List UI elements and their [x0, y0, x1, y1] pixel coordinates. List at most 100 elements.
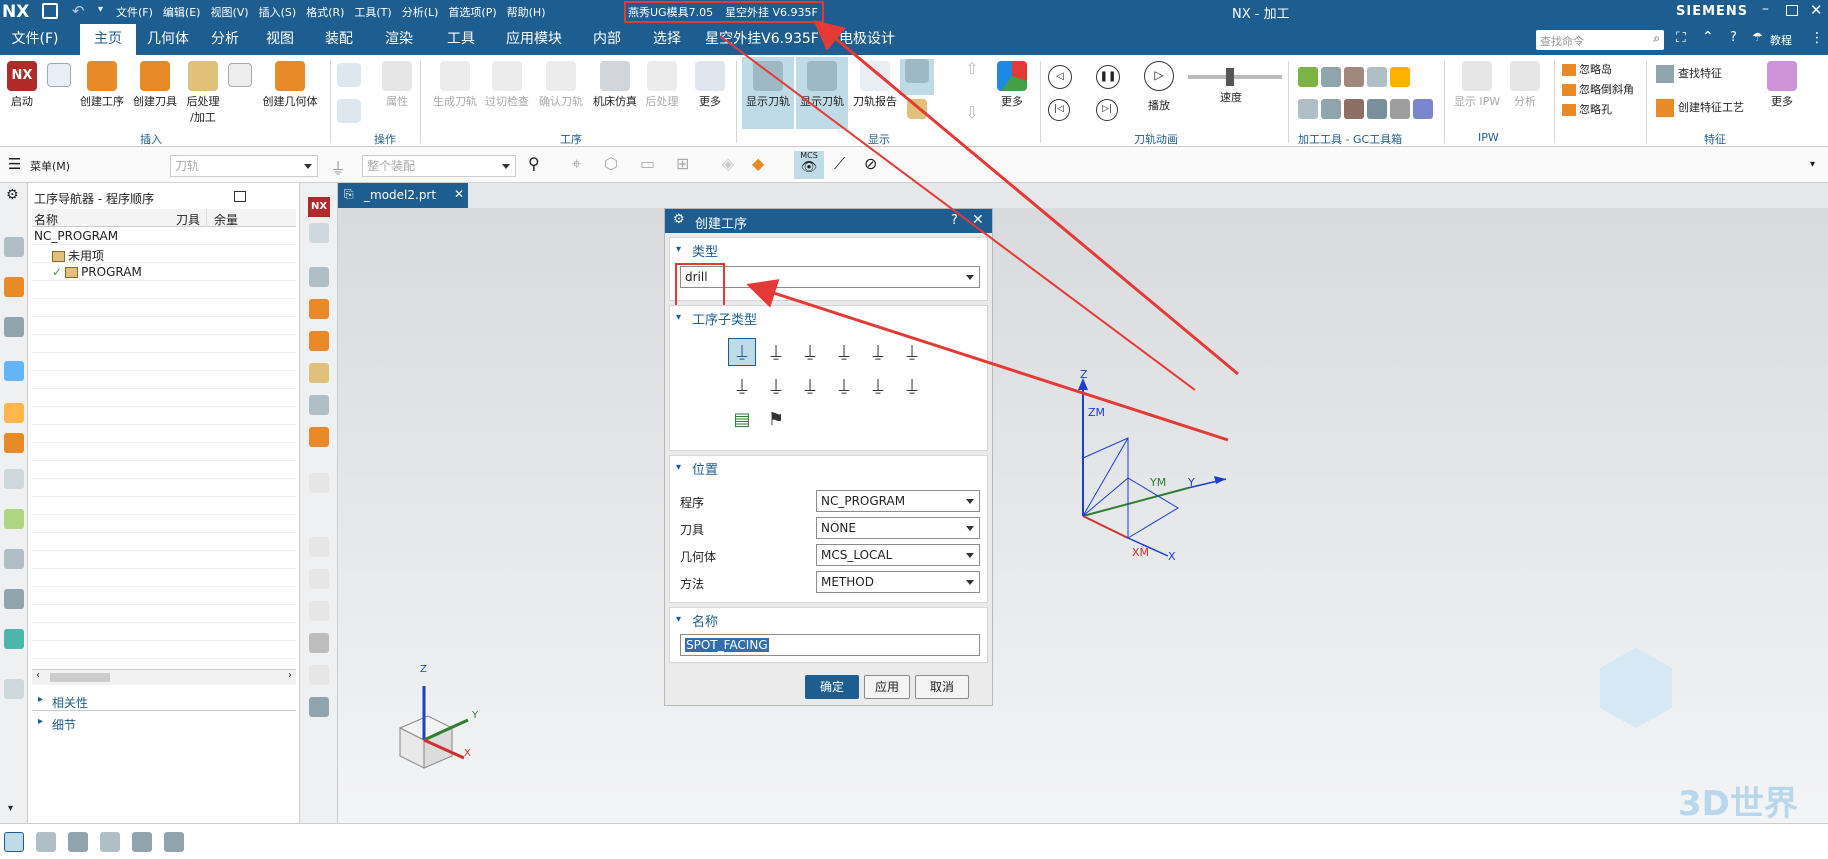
ribbon-tab[interactable]: 渲染 — [370, 24, 428, 55]
verify-path-icon[interactable] — [309, 601, 329, 621]
cube-icon[interactable]: ◈ — [722, 154, 734, 173]
ribbon-tab[interactable]: 分析 — [200, 24, 250, 55]
drill-subtype-icon[interactable]: ⍊ — [898, 372, 926, 400]
generate-path-button[interactable]: 生成刀轨 — [430, 61, 480, 109]
collapse-icon[interactable]: ▾ — [676, 614, 681, 625]
details-section[interactable]: ▸ 细节 — [32, 713, 296, 733]
machine-sim-icon[interactable] — [309, 633, 329, 653]
search-icon[interactable]: ⌕ — [1653, 31, 1660, 46]
ribbon-tab[interactable]: 装配 — [312, 24, 366, 55]
create-tool-button[interactable]: 创建刀具 — [130, 61, 180, 109]
expand-all-icon[interactable] — [132, 832, 152, 852]
hd3d-icon[interactable] — [4, 509, 24, 529]
last-frame-button[interactable]: ▷| — [1096, 99, 1118, 121]
post-icon[interactable] — [309, 665, 329, 685]
find-feature-button[interactable]: 查找特征 — [1656, 65, 1722, 83]
drill-subtype-icon[interactable]: ⍊ — [864, 338, 892, 366]
menu-item[interactable]: 插入(S) — [259, 4, 297, 20]
maximize-panel-icon[interactable] — [234, 191, 246, 202]
attributes-icon[interactable] — [309, 473, 329, 493]
ribbon-tab[interactable]: 选择 — [640, 24, 694, 55]
scrollbar-thumb[interactable] — [50, 673, 110, 682]
gc-tool-icon[interactable] — [1321, 67, 1341, 87]
document-tab[interactable]: ⎘ _model2.prt ✕ — [338, 183, 468, 208]
scroll-left-icon[interactable]: ‹ — [36, 670, 40, 681]
ignore-island-button[interactable]: 忽略岛 — [1562, 61, 1612, 77]
method-icon[interactable] — [309, 395, 329, 415]
drill-subtype-icon[interactable]: ⍊ — [796, 372, 824, 400]
arrow-up-button[interactable]: ⇧ — [960, 59, 984, 78]
menu-item[interactable]: 工具(T) — [354, 4, 391, 20]
menu-button[interactable]: 菜单(M) — [30, 158, 70, 174]
machine-sim-button[interactable]: 机床仿真 — [590, 61, 640, 109]
maximize-icon[interactable] — [1786, 5, 1798, 16]
gc-flag-icon[interactable] — [1390, 67, 1410, 87]
more-proc-button[interactable]: 更多 — [690, 61, 730, 109]
menu-item[interactable]: 分析(L) — [402, 4, 439, 20]
step-back-button[interactable]: ◁ — [1048, 65, 1072, 89]
graphics-window[interactable]: Z ZM YM Y XM X Z Y X 3D世界网 — [338, 208, 1828, 859]
nx-launch-icon[interactable]: NX — [308, 197, 330, 217]
drill-subtype-icon[interactable]: ⍊ — [830, 338, 858, 366]
plugin-yanxiu-menu[interactable]: 燕秀UG模具7.05 — [628, 4, 713, 20]
assembly-scope-select[interactable]: 整个装配 — [362, 155, 516, 177]
drill-subtype-icon[interactable]: ⍊ — [728, 372, 756, 400]
gc-export-icon[interactable] — [1413, 98, 1433, 119]
tutorial-link[interactable]: 教程 — [1770, 32, 1792, 48]
column-tool[interactable]: 刀具 — [176, 211, 200, 228]
drill-subtype-icon[interactable]: ⍊ — [864, 372, 892, 400]
chevron-down-icon[interactable]: ▾ — [8, 803, 13, 814]
menu-item[interactable]: 帮助(H) — [507, 4, 546, 20]
hexagon-icon[interactable]: ⬡ — [604, 154, 618, 173]
settings-icon[interactable]: ⚙ — [6, 187, 19, 203]
ignore-hole-button[interactable]: 忽略孔 — [1562, 101, 1612, 117]
column-name[interactable]: 名称 — [34, 211, 58, 228]
more-icon[interactable] — [309, 697, 329, 717]
help-icon[interactable]: ? — [951, 213, 958, 228]
attributes-button[interactable]: 属性 — [380, 61, 414, 109]
create-operation-icon[interactable] — [309, 331, 329, 351]
select-more-icon[interactable]: ⊞ — [676, 154, 689, 173]
dependencies-section[interactable]: ▸ 相关性 — [32, 691, 296, 711]
undo-icon[interactable]: ↶ — [72, 2, 85, 20]
method-select[interactable]: METHOD — [816, 571, 980, 593]
solid-cube-icon[interactable]: ◆ — [752, 154, 764, 173]
path-report-button[interactable]: 刀轨报告 — [850, 61, 900, 109]
mcs-toggle[interactable]: MCS 👁 — [794, 151, 824, 179]
method-view-icon[interactable] — [100, 832, 120, 852]
drill-subtype-icon[interactable]: ⍊ — [796, 338, 824, 366]
horizontal-scrollbar[interactable]: ‹ › — [32, 669, 296, 685]
snap-point-icon[interactable]: ⌖ — [572, 154, 581, 174]
more-feature-button[interactable]: 更多 — [1762, 61, 1802, 109]
gc-settings-icon[interactable] — [1390, 98, 1410, 119]
assembly-navigator-icon[interactable] — [4, 277, 24, 297]
gc-check-icon[interactable] — [1298, 67, 1318, 87]
view-axis-icon[interactable]: ⟋ — [834, 154, 845, 174]
small-insert-button[interactable] — [44, 63, 74, 89]
ok-button[interactable]: 确定 — [805, 675, 859, 699]
type-select[interactable]: drill — [680, 266, 980, 288]
tool-select[interactable]: NONE — [816, 517, 980, 539]
collapse-all-icon[interactable] — [164, 832, 184, 852]
tree-row-program[interactable]: ✓ PROGRAM — [52, 265, 142, 279]
hide-icon[interactable]: ⊘ — [864, 154, 877, 173]
show-ipw-button[interactable]: 显示 IPW — [1450, 61, 1504, 109]
display-object-button[interactable] — [334, 99, 364, 125]
create-tool-icon[interactable] — [309, 299, 329, 319]
ribbon-tab[interactable]: 视图 — [252, 24, 308, 55]
system-materials-icon[interactable] — [4, 629, 24, 649]
program-icon[interactable] — [309, 223, 329, 243]
play-button[interactable]: ▷ — [1144, 61, 1174, 91]
ribbon-tab[interactable]: 星空外挂V6.935F — [698, 24, 826, 55]
speed-slider-track[interactable] — [1188, 75, 1282, 79]
gouge-check-button[interactable]: 过切检查 — [482, 61, 532, 109]
ignore-chamfer-button[interactable]: 忽略倒斜角 — [1562, 81, 1634, 97]
drill-subtype-icon[interactable]: ⍊ — [898, 338, 926, 366]
create-geometry-icon[interactable] — [309, 427, 329, 447]
ribbon-tab[interactable]: 几何体 — [140, 24, 196, 55]
collapse-icon[interactable]: ▾ — [676, 244, 681, 255]
more-display-button[interactable]: 更多 — [990, 61, 1034, 109]
ribbon-tab[interactable]: 工具 — [432, 24, 490, 55]
history-icon[interactable] — [4, 589, 24, 609]
create-program-icon[interactable] — [309, 267, 329, 287]
